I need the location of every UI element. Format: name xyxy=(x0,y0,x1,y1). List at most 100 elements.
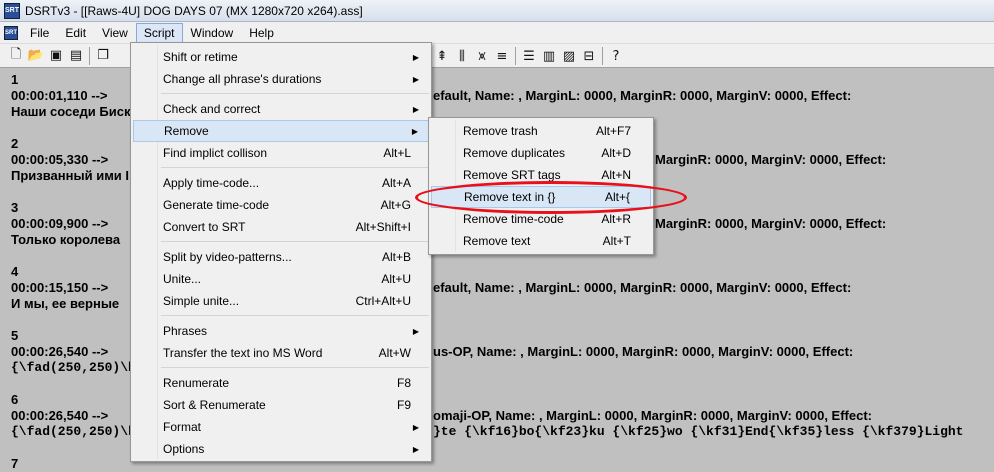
entry-text: Наши соседи Биск xyxy=(11,104,131,119)
list-icon[interactable]: ≡ xyxy=(492,46,512,66)
menu-script[interactable]: Script xyxy=(135,22,183,43)
annotation-ellipse xyxy=(415,181,687,214)
save-icon[interactable]: ▣ xyxy=(46,46,66,66)
menu-file[interactable]: File xyxy=(22,23,57,43)
menu-item-unite[interactable]: Unite... Alt+U xyxy=(133,268,429,290)
menu-item-label: Sort & Renumerate xyxy=(163,398,266,412)
menu-item-check-correct[interactable]: Check and correct ▶ xyxy=(133,98,429,120)
entry-number: 2 xyxy=(11,136,19,151)
menu-item-shortcut: Alt+B xyxy=(381,250,411,264)
menu-item-change-durations[interactable]: Change all phrase's durations ▶ xyxy=(133,68,429,90)
menu-item-convert-srt[interactable]: Convert to SRT Alt+Shift+I xyxy=(133,216,429,238)
title-bar[interactable]: SRT DSRTv3 - [[Raws-4U] DOG DAYS 07 (MX … xyxy=(0,0,994,22)
submenu-arrow-icon: ▶ xyxy=(412,104,419,114)
entry-style-info: MarginR: 0000, MarginV: 0000, Effect: xyxy=(655,216,887,231)
menu-item-options[interactable]: Options ▶ xyxy=(133,438,429,460)
image-icon[interactable]: ▨ xyxy=(559,46,579,66)
entry-timecode: 00:00:15,150 --> xyxy=(11,280,109,295)
submenu-item-remove-duplicates[interactable]: Remove duplicates Alt+D xyxy=(431,142,651,164)
menu-edit[interactable]: Edit xyxy=(57,23,94,43)
entry-number: 7 xyxy=(11,456,19,471)
help-icon[interactable]: ? xyxy=(606,46,626,66)
align-icon[interactable]: ⇞ xyxy=(432,46,452,66)
toolbar-separator xyxy=(89,46,90,65)
copy-icon[interactable]: ❐ xyxy=(93,46,113,66)
menu-item-phrases[interactable]: Phrases ▶ xyxy=(133,320,429,342)
menu-item-generate-timecode[interactable]: Generate time-code Alt+G xyxy=(133,194,429,216)
menu-item-sort-renumerate[interactable]: Sort & Renumerate F9 xyxy=(133,394,429,416)
menu-item-renumerate[interactable]: Renumerate F8 xyxy=(133,372,429,394)
menu-item-shortcut: Alt+G xyxy=(380,198,411,212)
entry-number: 5 xyxy=(11,328,19,343)
menu-help[interactable]: Help xyxy=(241,23,282,43)
entry-style-info: efault, Name: , MarginL: 0000, MarginR: … xyxy=(433,280,852,295)
toolbar-separator xyxy=(515,47,516,65)
entry-timecode: 00:00:01,110 --> xyxy=(11,88,108,103)
menu-item-transfer-word[interactable]: Transfer the text ino MS Word Alt+W xyxy=(133,342,429,364)
stamp-icon[interactable]: ⊟ xyxy=(579,46,599,66)
menu-item-shortcut: Alt+U xyxy=(381,272,411,286)
entry-timecode: 00:00:09,900 --> xyxy=(11,216,109,231)
menu-item-shortcut: Alt+D xyxy=(601,146,631,160)
menu-item-shortcut: Alt+A xyxy=(381,176,411,190)
entry-timecode: 00:00:26,540 --> xyxy=(11,344,109,359)
entry-text: Только королева xyxy=(11,232,121,247)
menu-item-label: Remove duplicates xyxy=(463,146,566,160)
submenu-arrow-icon: ▶ xyxy=(411,126,418,136)
entry-timecode: 00:00:26,540 --> xyxy=(11,408,109,423)
menu-item-label: Check and correct xyxy=(163,102,261,116)
menu-item-apply-timecode[interactable]: Apply time-code... Alt+A xyxy=(133,172,429,194)
toolbar-separator xyxy=(602,47,603,65)
menu-item-label: Options xyxy=(163,442,205,456)
open-folder-icon[interactable]: 📂 xyxy=(26,46,46,66)
menu-item-remove[interactable]: Remove ▶ xyxy=(133,120,429,142)
bounds-icon[interactable]: ⫼ xyxy=(452,46,472,66)
menu-item-label: Apply time-code... xyxy=(163,176,260,190)
menu-item-label: Find implict collison xyxy=(163,146,268,160)
menu-item-shift-retime[interactable]: Shift or retime ▶ xyxy=(133,46,429,68)
document-icon[interactable]: SRT xyxy=(4,25,18,40)
new-file-icon[interactable]: 🗋 xyxy=(6,46,26,66)
menu-item-label: Simple unite... xyxy=(163,294,240,308)
lines-icon[interactable]: ▥ xyxy=(539,46,559,66)
menu-item-format[interactable]: Format ▶ xyxy=(133,416,429,438)
split-icon[interactable]: ⩙ xyxy=(472,46,492,66)
menu-separator xyxy=(161,367,429,368)
window-title: DSRTv3 - [[Raws-4U] DOG DAYS 07 (MX 1280… xyxy=(25,3,363,18)
submenu-arrow-icon: ▶ xyxy=(412,444,419,454)
menu-item-find-collision[interactable]: Find implict collison Alt+L xyxy=(133,142,429,164)
app-icon: SRT xyxy=(4,2,20,19)
menu-item-shortcut: Alt+W xyxy=(378,346,411,360)
menu-item-label: Transfer the text ino MS Word xyxy=(163,346,323,360)
menu-window[interactable]: Window xyxy=(183,23,242,43)
list-alt-icon[interactable]: ☰ xyxy=(519,46,539,66)
menu-item-label: Renumerate xyxy=(163,376,230,390)
menu-item-label: Remove time-code xyxy=(463,212,564,226)
menu-item-simple-unite[interactable]: Simple unite... Ctrl+Alt+U xyxy=(133,290,429,312)
entry-text: Призванный ими I xyxy=(11,168,130,183)
submenu-item-remove-trash[interactable]: Remove trash Alt+F7 xyxy=(431,120,651,142)
entry-style-info: MarginR: 0000, MarginV: 0000, Effect: xyxy=(655,152,887,167)
menu-item-split-video-patterns[interactable]: Split by video-patterns... Alt+B xyxy=(133,246,429,268)
menu-item-label: Unite... xyxy=(163,272,202,286)
menu-item-shortcut: F9 xyxy=(396,398,411,412)
menu-item-label: Remove SRT tags xyxy=(463,168,561,182)
menu-item-shortcut: Alt+N xyxy=(601,168,631,182)
entry-text: {\fad(250,250)\b xyxy=(11,360,136,375)
entry-number: 3 xyxy=(11,200,19,215)
menu-separator xyxy=(161,93,429,94)
menu-item-label: Change all phrase's durations xyxy=(163,72,322,86)
menu-item-label: Remove text xyxy=(463,234,531,248)
entry-timecode: 00:00:05,330 --> xyxy=(11,152,109,167)
menu-view[interactable]: View xyxy=(94,23,136,43)
submenu-arrow-icon: ▶ xyxy=(412,422,419,432)
submenu-item-remove-text[interactable]: Remove text Alt+T xyxy=(431,230,651,252)
menu-separator xyxy=(161,315,429,316)
entry-text: {\fad(250,250)\k xyxy=(11,424,136,439)
menu-item-shortcut: Alt+Shift+I xyxy=(355,220,411,234)
submenu-arrow-icon: ▶ xyxy=(412,52,419,62)
entry-number: 4 xyxy=(11,264,19,279)
entry-text: И мы, ее верные xyxy=(11,296,120,311)
save-all-icon[interactable]: ▤ xyxy=(66,46,86,66)
menu-bar: SRT File Edit View Script Window Help xyxy=(0,22,994,44)
